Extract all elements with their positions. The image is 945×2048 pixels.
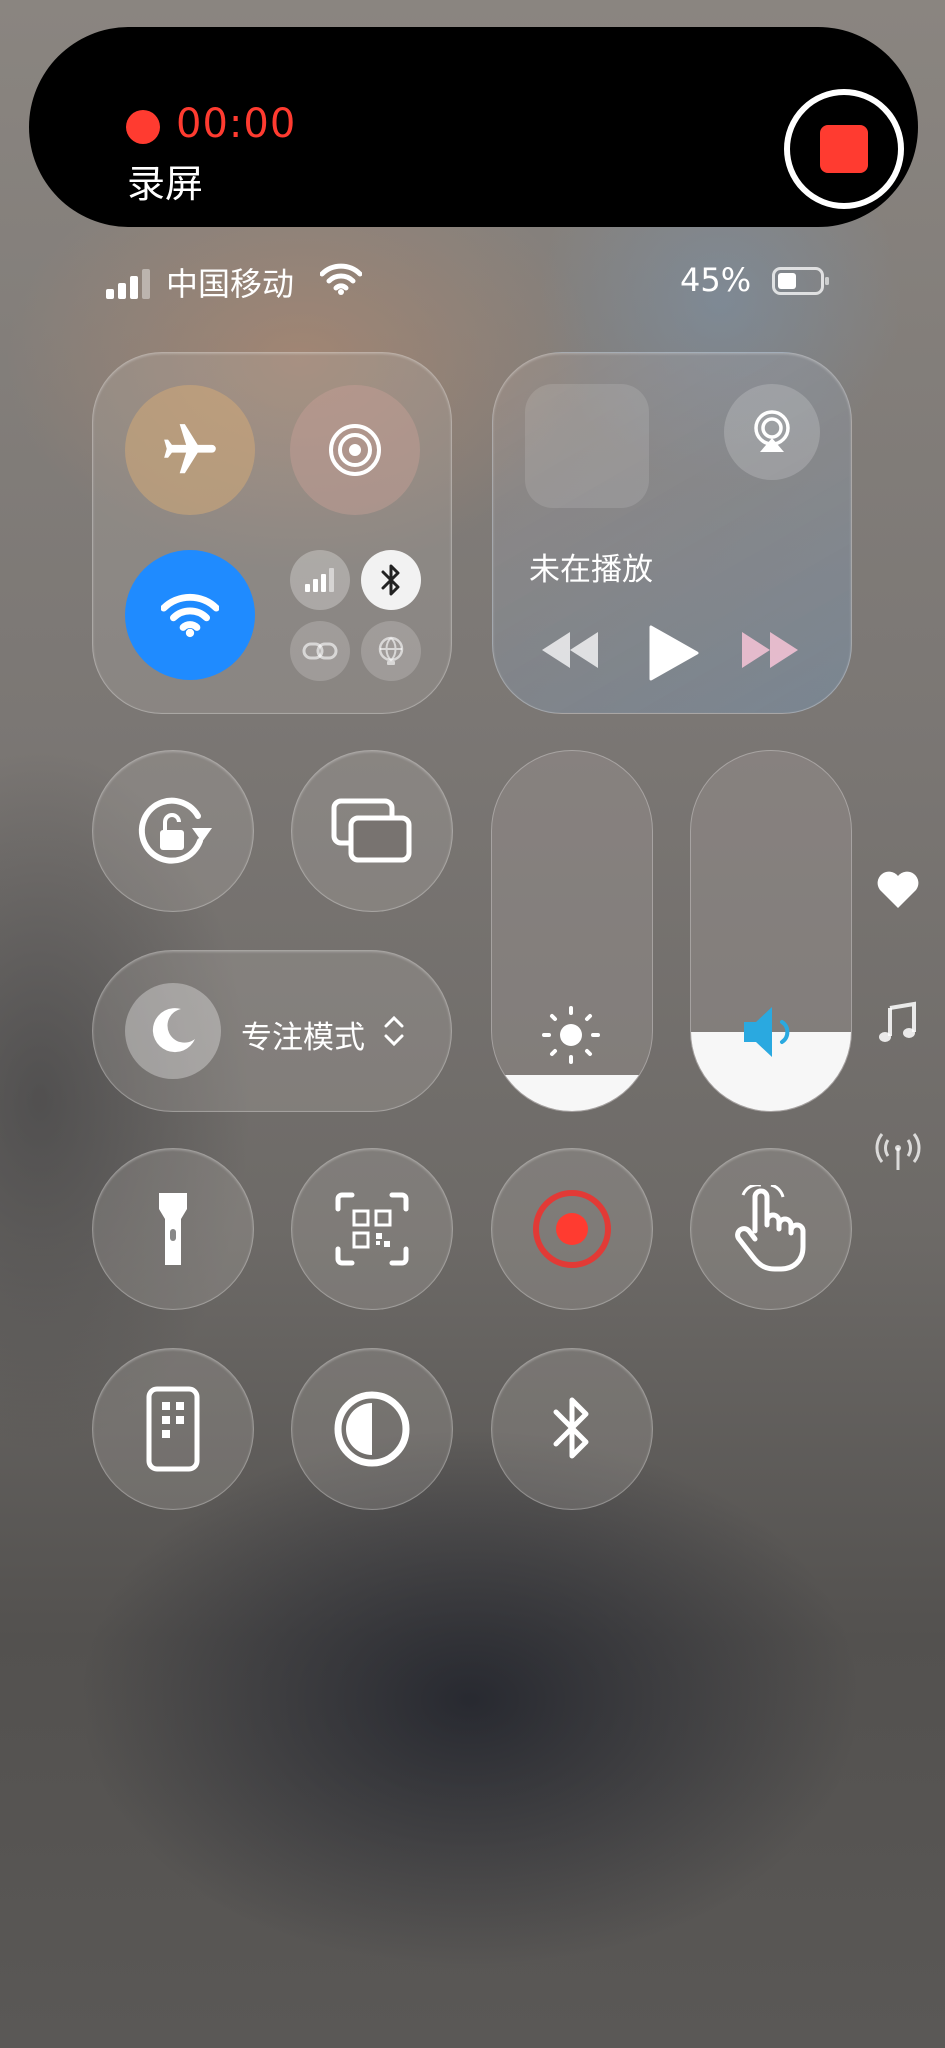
globe-icon [378, 636, 404, 665]
hand-pointer-icon [735, 1185, 806, 1272]
bluetooth-toggle-icon [553, 1397, 589, 1459]
focus-mode-label: 专注模式 [241, 1020, 365, 1056]
airplane-mode-button[interactable] [125, 385, 255, 515]
bluetooth-small-button[interactable] [361, 550, 421, 610]
play-icon[interactable] [643, 623, 703, 683]
status-bar: 中国移动 45% [0, 255, 945, 305]
screen-mirroring-icon [331, 798, 412, 863]
fast-forward-icon[interactable] [740, 630, 800, 670]
wifi-toggle-button[interactable] [125, 550, 255, 680]
rewind-icon[interactable] [540, 630, 600, 670]
album-artwork [525, 384, 649, 508]
now-playing-status: 未在播放 [529, 552, 653, 588]
cellular-icon [305, 568, 334, 592]
rotation-lock-icon [138, 797, 212, 864]
flashlight-button[interactable] [92, 1148, 254, 1310]
airplay-audio-icon [754, 410, 790, 452]
dark-mode-button[interactable] [291, 1348, 453, 1510]
battery-percentage: 45% [680, 261, 752, 299]
brightness-level-fill [492, 1075, 652, 1111]
brightness-sun-icon [542, 1006, 600, 1064]
bluetooth-button[interactable] [491, 1348, 653, 1510]
flashlight-icon [159, 1193, 187, 1265]
screen-mirroring-button[interactable] [291, 750, 453, 912]
recording-timer: 00:00 [176, 101, 297, 147]
vpn-button[interactable] [290, 621, 350, 681]
remote-control-icon [146, 1386, 200, 1472]
stop-recording-button[interactable] [784, 89, 904, 209]
carrier-name: 中国移动 [166, 265, 295, 303]
qr-code-scanner-icon [335, 1192, 409, 1266]
heart-icon[interactable] [874, 866, 922, 914]
touch-gesture-button[interactable] [690, 1148, 852, 1310]
antenna-icon[interactable] [874, 1130, 922, 1178]
moon-icon [152, 1008, 195, 1053]
airplay-button[interactable] [724, 384, 820, 480]
bluetooth-icon [381, 564, 400, 596]
speaker-icon [744, 1007, 790, 1057]
remote-control-button[interactable] [92, 1348, 254, 1510]
airdrop-button[interactable] [290, 385, 420, 515]
screen-recording-banner: 00:00 录屏 [29, 27, 918, 227]
focus-moon-circle [125, 983, 221, 1079]
stop-icon [820, 125, 868, 173]
rotation-lock-button[interactable] [92, 750, 254, 912]
globe-button[interactable] [361, 621, 421, 681]
dark-mode-icon [334, 1391, 410, 1467]
wifi-status-icon [320, 263, 362, 295]
music-note-icon[interactable] [874, 1000, 922, 1048]
vpn-icon [302, 642, 338, 660]
signal-strength-icon [106, 269, 150, 299]
chevron-up-down-icon [384, 1015, 404, 1047]
recording-title: 录屏 [127, 162, 204, 206]
airdrop-icon [329, 424, 381, 476]
qr-scanner-button[interactable] [291, 1148, 453, 1310]
airplane-icon [164, 424, 216, 474]
battery-icon [772, 267, 829, 295]
screen-record-icon [533, 1190, 611, 1268]
screen-record-button[interactable] [491, 1148, 653, 1310]
cellular-data-button[interactable] [290, 550, 350, 610]
wifi-icon [161, 593, 219, 638]
recording-indicator-dot [126, 110, 160, 144]
